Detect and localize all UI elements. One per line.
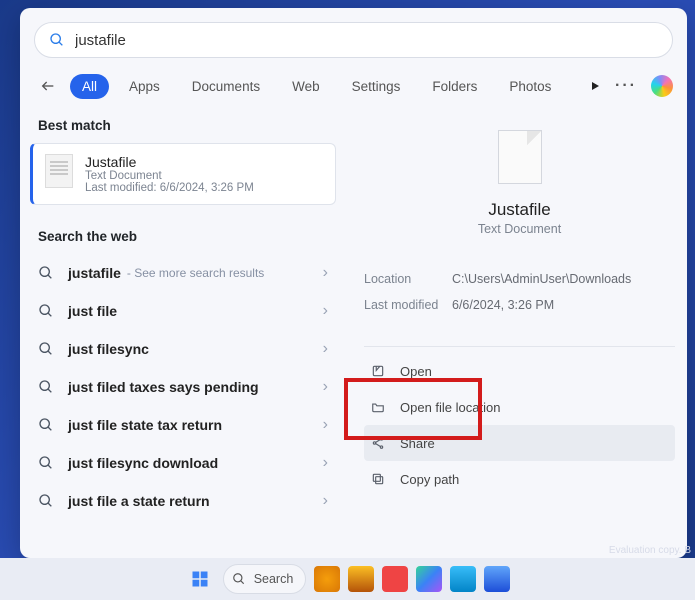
web-suggestion[interactable]: just file a state return ›: [30, 482, 336, 520]
search-icon: [38, 455, 54, 471]
back-button[interactable]: [34, 72, 62, 100]
search-icon: [232, 572, 246, 586]
chevron-right-icon: ›: [323, 264, 328, 282]
taskbar-app-1[interactable]: [314, 566, 340, 592]
tab-documents[interactable]: Documents: [180, 74, 272, 99]
chevron-right-icon: ›: [323, 454, 328, 472]
best-match-name: Justafile: [85, 154, 254, 170]
tab-apps[interactable]: Apps: [117, 74, 172, 99]
meta-location-label: Location: [364, 272, 452, 286]
best-match-card[interactable]: Justafile Text Document Last modified: 6…: [30, 143, 336, 205]
web-suggestion[interactable]: just file ›: [30, 292, 336, 330]
document-icon: [45, 154, 73, 188]
web-suggestion[interactable]: just filesync download ›: [30, 444, 336, 482]
search-bar[interactable]: [34, 22, 673, 58]
chevron-right-icon: ›: [323, 416, 328, 434]
windows-icon: [191, 570, 209, 588]
open-icon: [370, 363, 386, 379]
search-icon: [49, 32, 65, 48]
action-copy-path[interactable]: Copy path: [364, 461, 675, 497]
best-match-modified: Last modified: 6/6/2024, 3:26 PM: [85, 182, 254, 194]
action-open-file-location[interactable]: Open file location: [364, 389, 675, 425]
web-suggestion[interactable]: just filesync ›: [30, 330, 336, 368]
section-search-web: Search the web: [30, 221, 336, 254]
suggestion-hint: - See more search results: [127, 266, 264, 280]
search-input[interactable]: [75, 32, 658, 49]
search-icon: [38, 379, 54, 395]
tab-photos[interactable]: Photos: [497, 74, 563, 99]
folder-icon: [370, 399, 386, 415]
taskbar-app-6[interactable]: [484, 566, 510, 592]
meta-modified-value: 6/6/2024, 3:26 PM: [452, 298, 554, 312]
tab-web[interactable]: Web: [280, 74, 332, 99]
search-icon: [38, 417, 54, 433]
web-suggestion[interactable]: justafile - See more search results ›: [30, 254, 336, 292]
taskbar-app-2[interactable]: [348, 566, 374, 592]
web-suggestions: justafile- See more search results›just …: [30, 254, 336, 520]
best-match-type: Text Document: [85, 170, 254, 182]
chevron-right-icon: ›: [323, 492, 328, 510]
suggestion-text: just file a state return: [68, 493, 210, 509]
search-icon: [38, 341, 54, 357]
tab-all[interactable]: All: [70, 74, 109, 99]
search-icon: [38, 265, 54, 281]
taskbar-app-5[interactable]: [450, 566, 476, 592]
search-icon: [38, 493, 54, 509]
search-panel: All Apps Documents Web Settings Folders …: [20, 8, 687, 558]
meta-modified-label: Last modified: [364, 298, 452, 312]
results-column: Best match Justafile Text Document Last …: [20, 110, 344, 558]
chevron-right-icon: ›: [323, 378, 328, 396]
section-best-match: Best match: [30, 110, 336, 143]
preview-title: Justafile: [488, 200, 550, 220]
suggestion-text: just file: [68, 303, 117, 319]
start-button[interactable]: [185, 564, 215, 594]
preview-document-icon: [498, 130, 542, 184]
watermark: Evaluation copy. B: [609, 545, 691, 556]
play-icon[interactable]: [589, 80, 601, 92]
copilot-icon[interactable]: [651, 75, 673, 97]
suggestion-text: justafile: [68, 265, 121, 281]
tab-settings[interactable]: Settings: [340, 74, 413, 99]
suggestion-text: just filesync download: [68, 455, 218, 471]
web-suggestion[interactable]: just file state tax return ›: [30, 406, 336, 444]
suggestion-text: just file state tax return: [68, 417, 222, 433]
arrow-left-icon: [40, 78, 56, 94]
filter-tabs-row: All Apps Documents Web Settings Folders …: [20, 68, 687, 110]
preview-subtitle: Text Document: [478, 222, 561, 236]
tab-folders[interactable]: Folders: [420, 74, 489, 99]
copy-icon: [370, 471, 386, 487]
suggestion-text: just filed taxes says pending: [68, 379, 259, 395]
chevron-right-icon: ›: [323, 302, 328, 320]
taskbar-app-4[interactable]: [416, 566, 442, 592]
share-icon: [370, 435, 386, 451]
search-icon: [38, 303, 54, 319]
more-button[interactable]: ···: [615, 77, 637, 95]
suggestion-text: just filesync: [68, 341, 149, 357]
meta-location-value: C:\Users\AdminUser\Downloads: [452, 272, 631, 286]
taskbar: Search: [0, 558, 695, 600]
action-open[interactable]: Open: [364, 353, 675, 389]
preview-column: Justafile Text Document Location C:\User…: [344, 110, 687, 558]
taskbar-app-3[interactable]: [382, 566, 408, 592]
action-share[interactable]: Share: [364, 425, 675, 461]
web-suggestion[interactable]: just filed taxes says pending ›: [30, 368, 336, 406]
chevron-right-icon: ›: [323, 340, 328, 358]
taskbar-search[interactable]: Search: [223, 564, 307, 594]
